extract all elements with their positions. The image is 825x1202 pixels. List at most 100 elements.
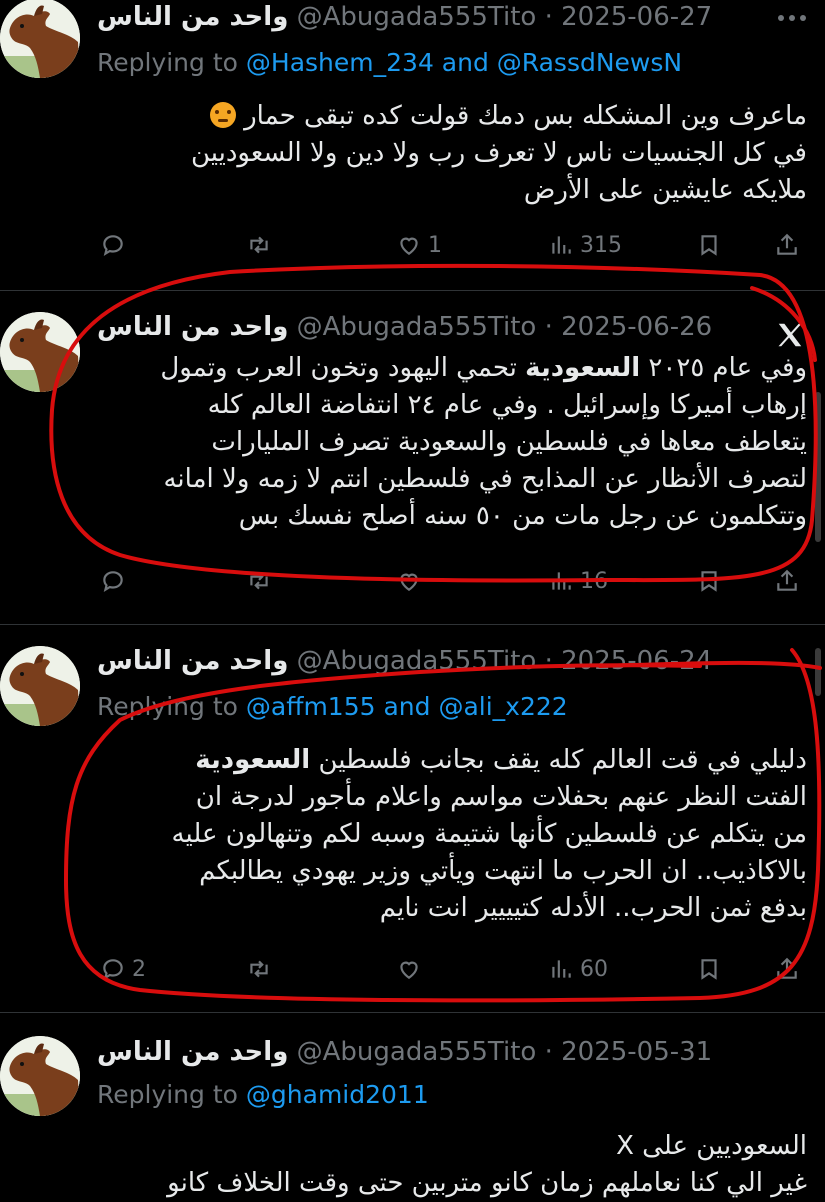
tweet-text-line: يتعاطف معاها في فلسطين والسعودية تصرف ال… <box>211 427 807 457</box>
user-handle[interactable]: @Abugada555Tito <box>297 646 537 676</box>
display-name[interactable]: واحد من الناس <box>97 1037 288 1067</box>
retweet-button[interactable] <box>246 566 278 596</box>
tweet-divider <box>0 290 825 291</box>
separator-dot: · <box>544 312 553 342</box>
tweet-divider <box>0 1012 825 1013</box>
tweet-text-line: وفي عام ٢٠٢٥ السعودية تحمي اليهود وتخون … <box>160 353 807 383</box>
tweet-date[interactable]: 2025-06-24 <box>561 646 712 676</box>
replying-prefix: Replying to <box>97 1080 238 1109</box>
tweet-date[interactable]: 2025-06-26 <box>561 312 712 342</box>
tweet-text: وفي عام ٢٠٢٥ السعودية تحمي اليهود وتخون … <box>160 350 807 535</box>
tweet-text-line: ملايكه عايشين على الأرض <box>523 175 807 205</box>
tweet-text-line: الفتت النظر عنهم بحفلات مواسم واعلام مأج… <box>195 782 807 812</box>
replying-to: Replying to @Hashem_234 and @RassdNewsN <box>97 46 682 80</box>
horse-avatar-icon <box>0 646 80 726</box>
retweet-button[interactable] <box>246 954 278 984</box>
retweet-icon <box>250 572 268 590</box>
share-icon <box>777 233 797 255</box>
like-button[interactable] <box>396 954 428 984</box>
share-button[interactable] <box>774 566 800 596</box>
tweet-text-line: ماعرف وين المشكله بس دمك قولت كده تبقى ح… <box>191 98 807 135</box>
replying-to: Replying to @ghamid2011 <box>97 1078 429 1112</box>
avatar[interactable] <box>0 312 80 392</box>
like-icon <box>400 961 418 979</box>
tweet-text-line: غير الي كنا نعاملهم زمان كانو متربين حتى… <box>167 1168 807 1198</box>
reply-button[interactable] <box>100 230 132 260</box>
replying-to: Replying to @affm155 and @ali_x222 <box>97 690 568 724</box>
avatar[interactable] <box>0 0 80 78</box>
views-icon <box>552 960 571 978</box>
tweet-text-line: دليلي في قت العالم كله يقف بجانب فلسطين … <box>195 745 807 775</box>
tweet-header: واحد من الناس @Abugada555Tito · 2025-06-… <box>97 643 712 679</box>
action-bar: 2 60 <box>100 954 805 984</box>
action-bar: 1 315 <box>100 230 805 260</box>
tweet-text-line: بالاكاذيب.. ان الحرب ما انتهت ويأتي وزير… <box>199 856 807 886</box>
angry-face-emoji <box>209 102 236 128</box>
share-icon <box>777 957 797 979</box>
replying-prefix: Replying to <box>97 692 238 721</box>
bookmark-icon <box>701 571 717 592</box>
reply-icon <box>103 571 123 592</box>
tweet-header: واحد من الناس @Abugada555Tito · 2025-06-… <box>97 309 712 345</box>
tweet-text-line: في كل الجنسيات ناس لا تعرف رب ولا دين ول… <box>190 138 807 168</box>
tweet-header: واحد من الناس @Abugada555Tito · 2025-05-… <box>97 1034 712 1070</box>
retweet-button[interactable] <box>246 230 278 260</box>
like-icon <box>400 237 418 255</box>
avatar[interactable] <box>0 646 80 726</box>
avatar[interactable] <box>0 1036 80 1116</box>
display-name[interactable]: واحد من الناس <box>97 2 288 32</box>
separator-dot: · <box>544 646 553 676</box>
horse-avatar-icon <box>0 1036 80 1116</box>
horse-avatar-icon <box>0 312 80 392</box>
replying-mentions[interactable]: @Hashem_234 and @RassdNewsN <box>246 48 682 77</box>
tweet-text: ماعرف وين المشكله بس دمك قولت كده تبقى ح… <box>191 98 807 209</box>
tweet-text-line: من يتكلم عن فلسطين كأنها شتيمة وسبه لكم … <box>171 819 807 849</box>
share-button[interactable] <box>774 230 800 260</box>
tweet-text-line: بدفع ثمن الحرب.. الأدله كتيييير انت نايم <box>379 893 807 923</box>
user-handle[interactable]: @Abugada555Tito <box>297 312 537 342</box>
user-handle[interactable]: @Abugada555Tito <box>297 1037 537 1067</box>
replying-prefix: Replying to <box>97 48 238 77</box>
reply-button[interactable] <box>100 566 132 596</box>
horse-avatar-icon <box>0 0 80 78</box>
more-icon[interactable] <box>777 14 807 22</box>
tweet-text-line: السعوديين على X <box>616 1131 807 1161</box>
like-icon <box>400 573 418 591</box>
display-name[interactable]: واحد من الناس <box>97 312 288 342</box>
scrollbar[interactable] <box>815 392 821 542</box>
tweet-header: واحد من الناس @Abugada555Tito · 2025-06-… <box>97 0 712 35</box>
tweet-date[interactable]: 2025-05-31 <box>561 1037 712 1067</box>
bookmark-button[interactable] <box>696 954 722 984</box>
scrollbar[interactable] <box>815 648 821 696</box>
reply-icon <box>103 235 123 256</box>
retweet-icon <box>250 960 268 978</box>
like-button[interactable]: 1 <box>396 230 442 260</box>
bookmark-button[interactable] <box>696 230 722 260</box>
views-button[interactable]: 16 <box>548 566 608 596</box>
bookmark-icon <box>701 959 717 980</box>
replying-mentions[interactable]: @affm155 and @ali_x222 <box>246 692 568 721</box>
share-button[interactable] <box>774 954 800 984</box>
share-icon <box>777 569 797 591</box>
action-bar: 16 <box>100 566 805 596</box>
tweet-divider <box>0 624 825 625</box>
reply-icon <box>103 959 123 980</box>
separator-dot: · <box>544 1037 553 1067</box>
user-handle[interactable]: @Abugada555Tito <box>297 2 537 32</box>
tweet-text-line: وتتكلمون عن رجل مات من ٥٠ سنه أصلح نفسك … <box>238 501 807 531</box>
retweet-icon <box>250 236 268 254</box>
reply-button[interactable]: 2 <box>100 954 146 984</box>
tweet-text-line: إرهاب أميركا وإسرائيل . وفي عام ٢٤ انتفا… <box>207 390 807 420</box>
like-button[interactable] <box>396 566 428 596</box>
views-icon <box>552 572 571 590</box>
x-logo-icon <box>778 323 802 347</box>
tweet-text: دليلي في قت العالم كله يقف بجانب فلسطين … <box>172 742 807 927</box>
bookmark-button[interactable] <box>696 566 722 596</box>
views-button[interactable]: 60 <box>548 954 608 984</box>
display-name[interactable]: واحد من الناس <box>97 646 288 676</box>
tweet-text-line: لتصرف الأنظار عن المذابح في فلسطين انتم … <box>163 464 807 494</box>
views-button[interactable]: 315 <box>548 230 622 260</box>
replying-mentions[interactable]: @ghamid2011 <box>246 1080 429 1109</box>
separator-dot: · <box>544 2 553 32</box>
tweet-date[interactable]: 2025-06-27 <box>561 2 712 32</box>
